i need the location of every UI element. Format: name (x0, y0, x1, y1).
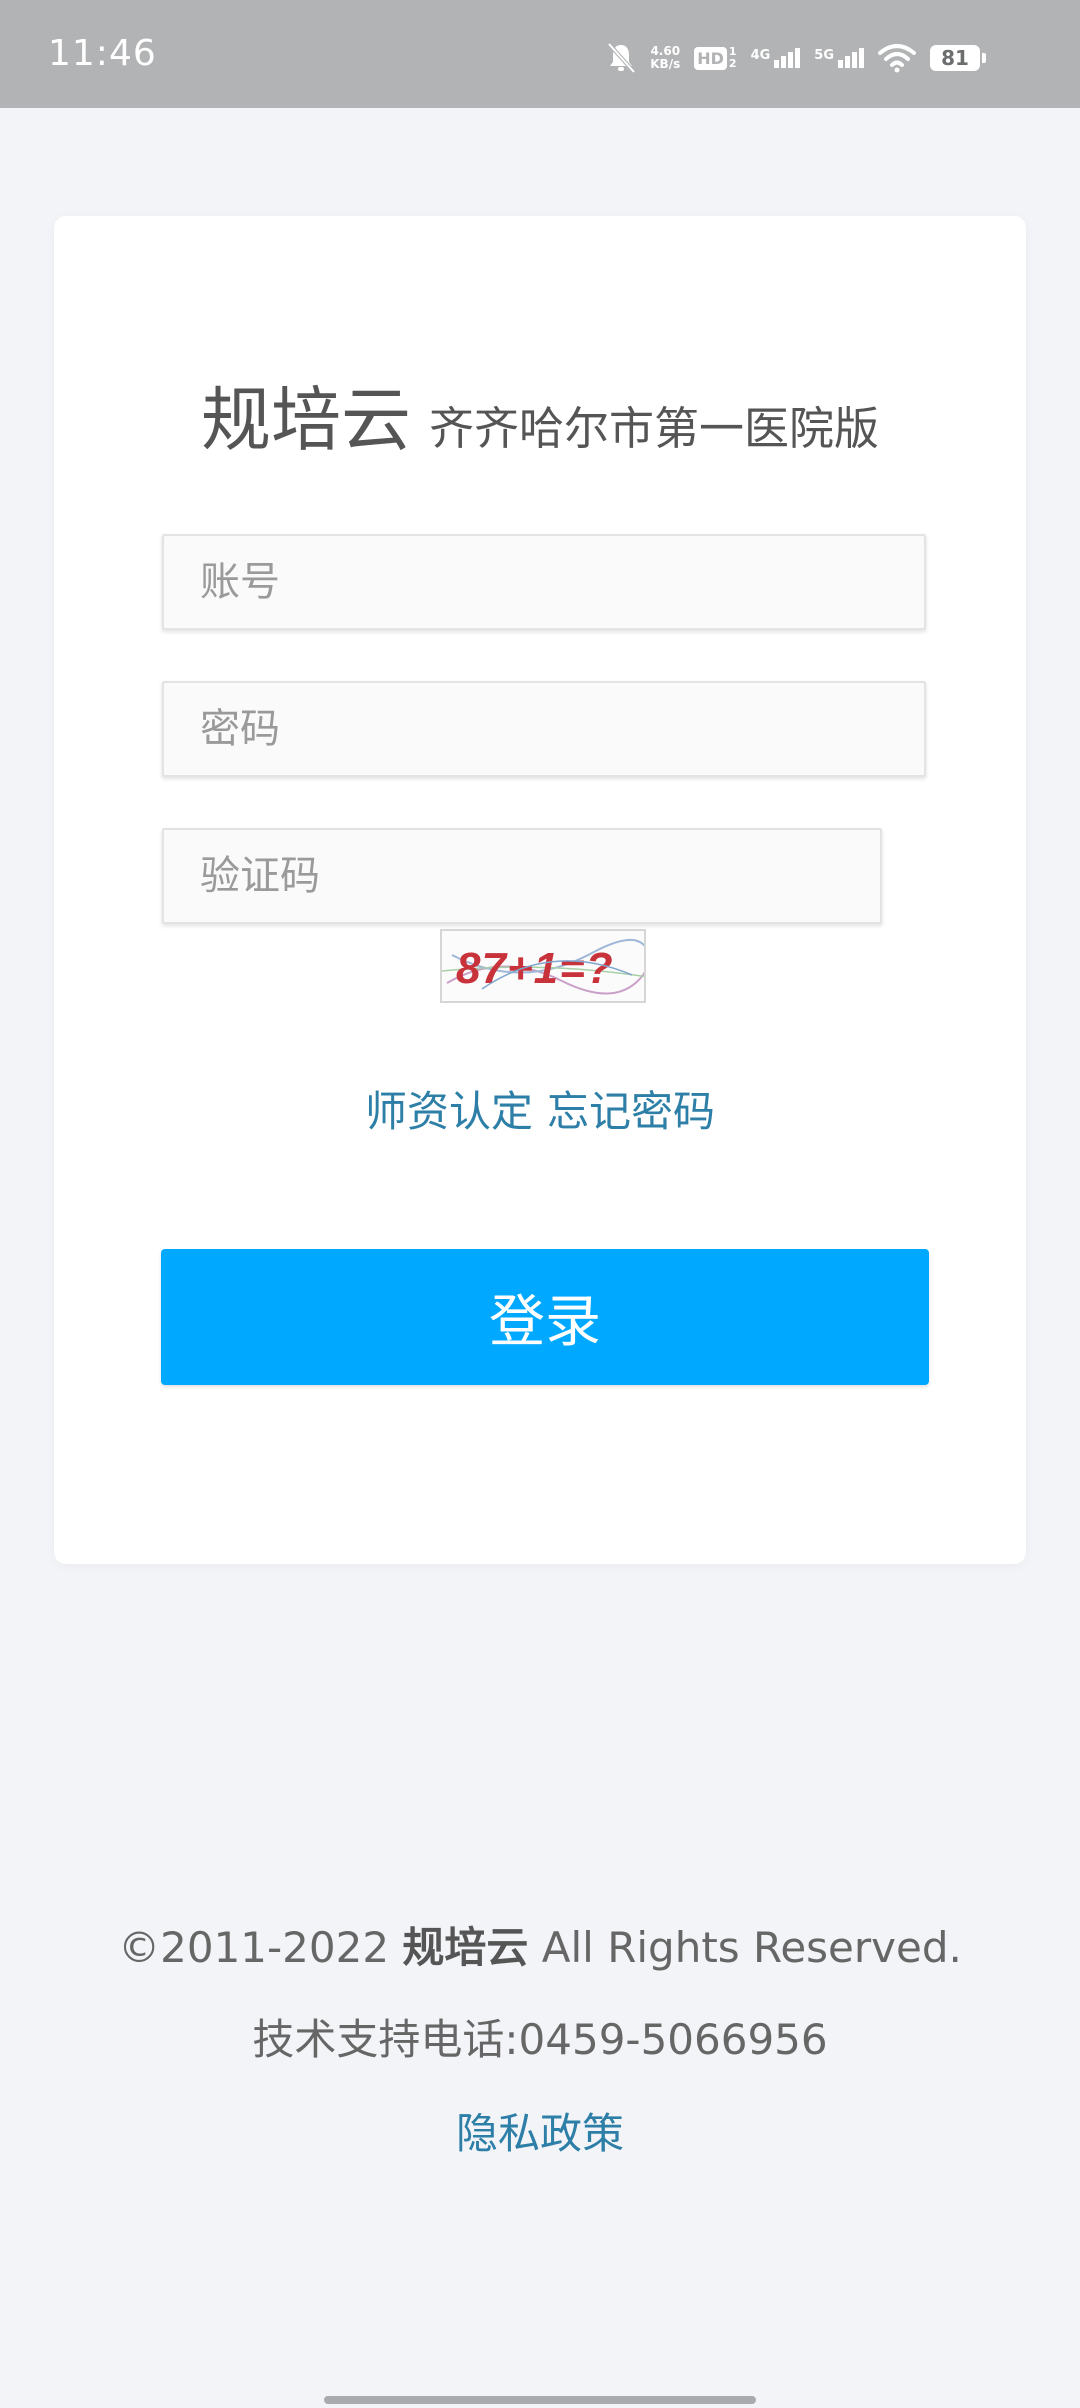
network-speed-unit: KB/s (650, 57, 681, 71)
status-time: 11:46 (48, 33, 157, 74)
copyright-prefix: ©2011-2022 (118, 1923, 403, 1972)
brand-header: 规培云 齐齐哈尔市第一医院版 (54, 364, 1026, 465)
battery-level: 81 (941, 46, 969, 70)
hd-label: HD (694, 46, 727, 70)
footer-copyright: ©2011-2022 规培云 All Rights Reserved. (0, 1914, 1080, 1975)
password-input[interactable] (162, 681, 926, 777)
brand-subtitle: 齐齐哈尔市第一医院版 (428, 402, 879, 455)
sim1-signal-icon: 4G (751, 48, 801, 68)
brand-name: 规培云 (200, 379, 411, 461)
hd-sub-bottom: 2 (728, 57, 737, 70)
wifi-icon (878, 44, 916, 73)
hd-sub: 1 2 (729, 46, 737, 70)
sim1-label: 4G (750, 48, 771, 63)
support-phone: 技术支持电话:0459-5066956 (252, 2015, 828, 2064)
forgot-password-link[interactable]: 忘记密码 (547, 1087, 715, 1136)
captcha-text: 87+1=? (456, 944, 614, 993)
sim2-signal-icon: 5G (814, 48, 864, 68)
bell-muted-icon (607, 42, 636, 74)
battery-icon: 81 (930, 45, 986, 71)
network-speed: 4.60 KB/s (650, 45, 680, 71)
privacy-policy-link[interactable]: 隐私政策 (0, 2100, 1080, 2161)
copyright-suffix: All Rights Reserved. (528, 1923, 962, 1972)
login-button[interactable]: 登录 (161, 1249, 929, 1385)
status-bar: 11:46 4.60 KB/s HD 1 2 4G 5G 81 (0, 0, 1080, 108)
sim2-label: 5G (814, 48, 834, 63)
auxiliary-links: 师资认定 忘记密码 (54, 1078, 1026, 1139)
account-input[interactable] (162, 534, 926, 630)
copyright-brand: 规培云 (402, 1923, 529, 1972)
login-card: 规培云齐齐哈尔市第一医院版 87+1=? 师资认定忘记密码 登录 (54, 216, 1026, 1564)
hd-badge: HD 1 2 (694, 46, 737, 70)
captcha-image[interactable]: 87+1=? (440, 929, 646, 1003)
status-icons: 4.60 KB/s HD 1 2 4G 5G 81 (606, 40, 986, 76)
home-indicator[interactable] (324, 2396, 756, 2404)
teacher-certification-link[interactable]: 师资认定 (365, 1087, 533, 1136)
captcha-input[interactable] (162, 828, 882, 924)
